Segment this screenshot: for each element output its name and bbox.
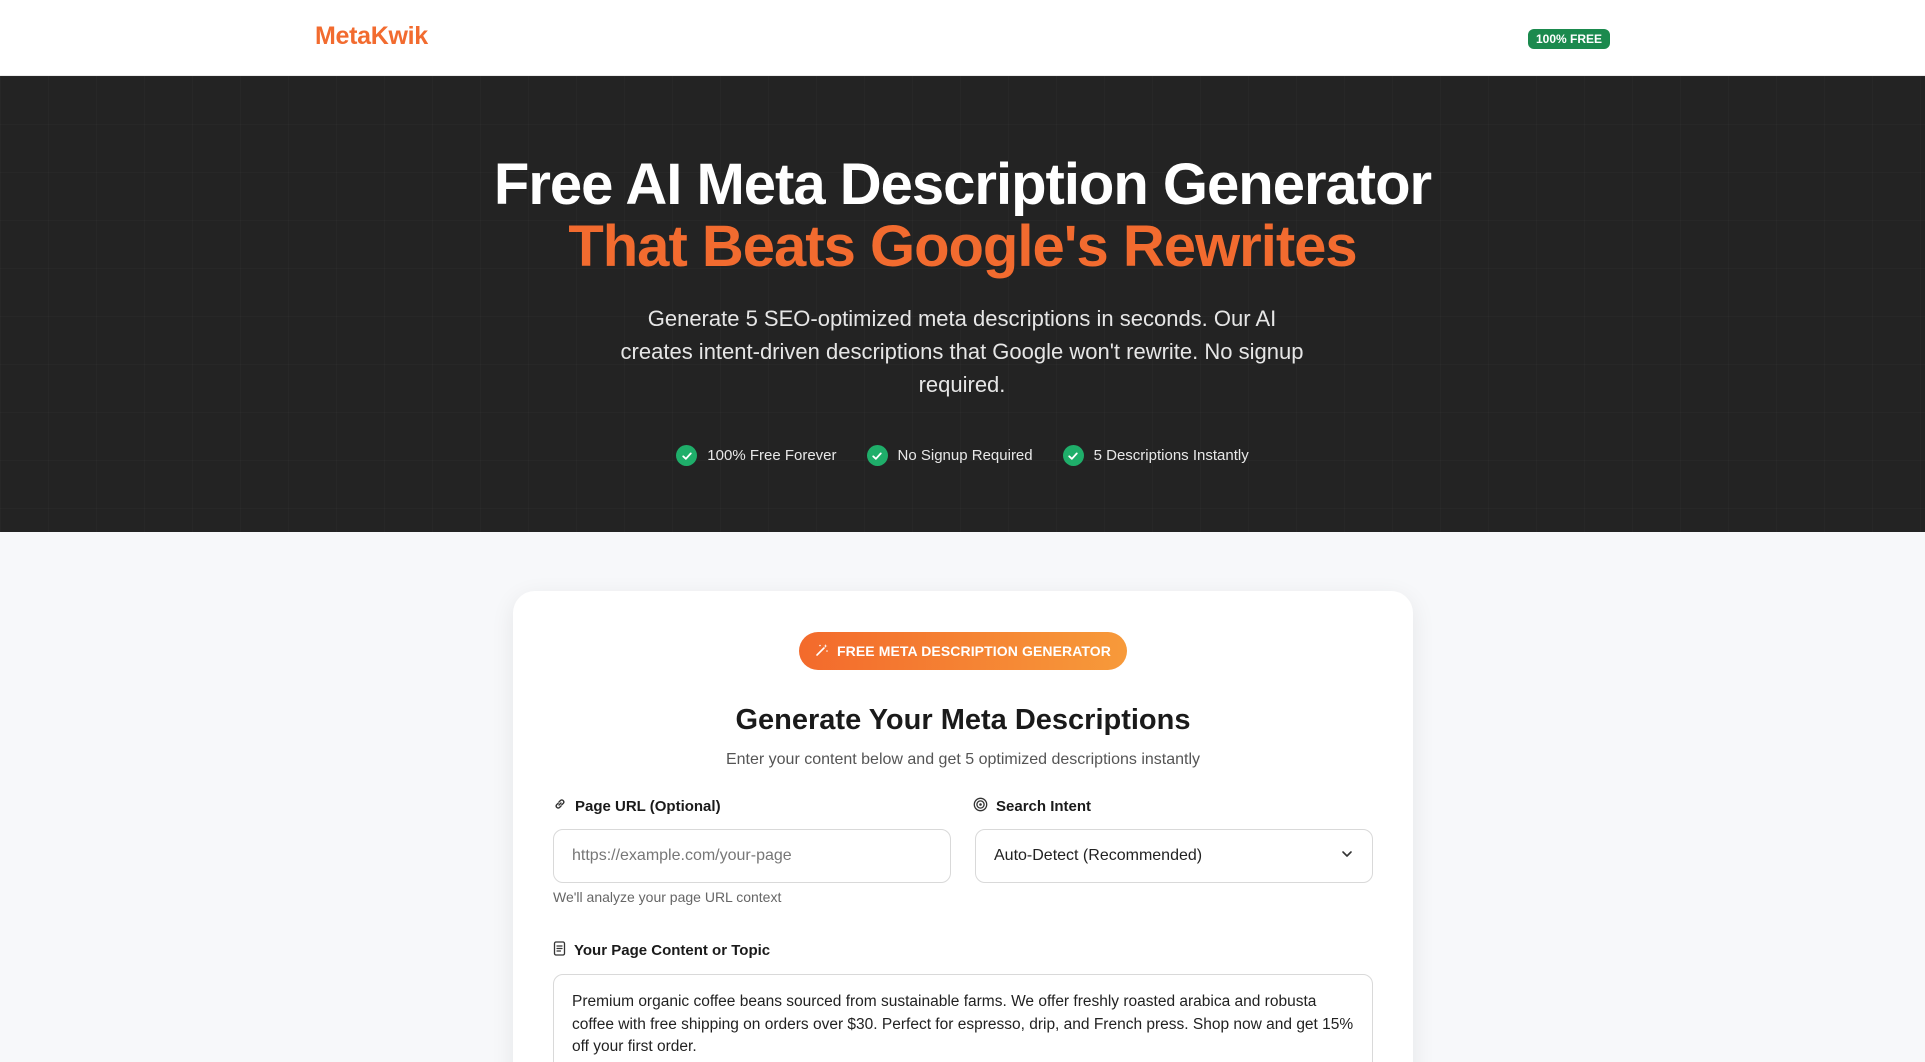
feature-item: No Signup Required <box>866 445 1033 466</box>
hero-subtitle: Generate 5 SEO-optimized meta descriptio… <box>620 306 1304 397</box>
chevron-down-icon <box>1340 847 1354 866</box>
page-url-input[interactable] <box>553 829 951 883</box>
card-title: Generate Your Meta Descriptions <box>735 704 1191 736</box>
feature-label: 100% Free Forever <box>707 447 837 464</box>
page-content-label-text: Your Page Content or Topic <box>574 942 771 959</box>
generator-card: FREE META DESCRIPTION GENERATOR Generate… <box>513 591 1413 1062</box>
search-intent-label-text: Search Intent <box>996 798 1092 815</box>
document-icon <box>553 941 566 960</box>
magic-wand-icon <box>815 643 829 660</box>
card-subtitle: Enter your content below and get 5 optim… <box>725 751 1201 768</box>
search-intent-label: Search Intent <box>973 797 1091 816</box>
generator-pill-badge: FREE META DESCRIPTION GENERATOR <box>799 632 1127 670</box>
check-circle-icon <box>1062 445 1084 466</box>
logo[interactable]: MetaKwik <box>315 22 428 51</box>
target-icon <box>973 797 988 816</box>
page-url-label-text: Page URL (Optional) <box>575 797 721 815</box>
feature-item: 100% Free Forever <box>676 445 837 466</box>
search-intent-value: Auto-Detect (Recommended) <box>994 847 1203 864</box>
hero-section: Free AI Meta Description Generator That … <box>0 76 1925 532</box>
page-url-label: Page URL (Optional) <box>553 797 721 815</box>
link-icon <box>553 797 567 815</box>
pill-label: FREE META DESCRIPTION GENERATOR <box>836 643 1112 659</box>
free-badge: 100% FREE <box>1528 29 1611 49</box>
check-circle-icon <box>866 445 888 466</box>
hero-title-line1: Free AI Meta Description Generator <box>493 152 1432 217</box>
page-content-label: Your Page Content or Topic <box>553 941 770 960</box>
check-circle-icon <box>676 445 698 466</box>
top-navbar: MetaKwik 100% FREE <box>0 0 1925 76</box>
search-intent-select[interactable]: Auto-Detect (Recommended) <box>975 829 1373 883</box>
hero-title-line2: That Beats Google's Rewrites <box>568 214 1357 279</box>
page-url-helper: We'll analyze your page URL context <box>553 889 782 905</box>
feature-label: 5 Descriptions Instantly <box>1093 447 1249 464</box>
hero-feature-list: 100% Free Forever No Signup Required 5 D… <box>0 445 1925 466</box>
feature-item: 5 Descriptions Instantly <box>1062 445 1249 466</box>
page-content-textarea[interactable]: Premium organic coffee beans sourced fro… <box>553 974 1373 1062</box>
feature-label: No Signup Required <box>897 447 1033 464</box>
